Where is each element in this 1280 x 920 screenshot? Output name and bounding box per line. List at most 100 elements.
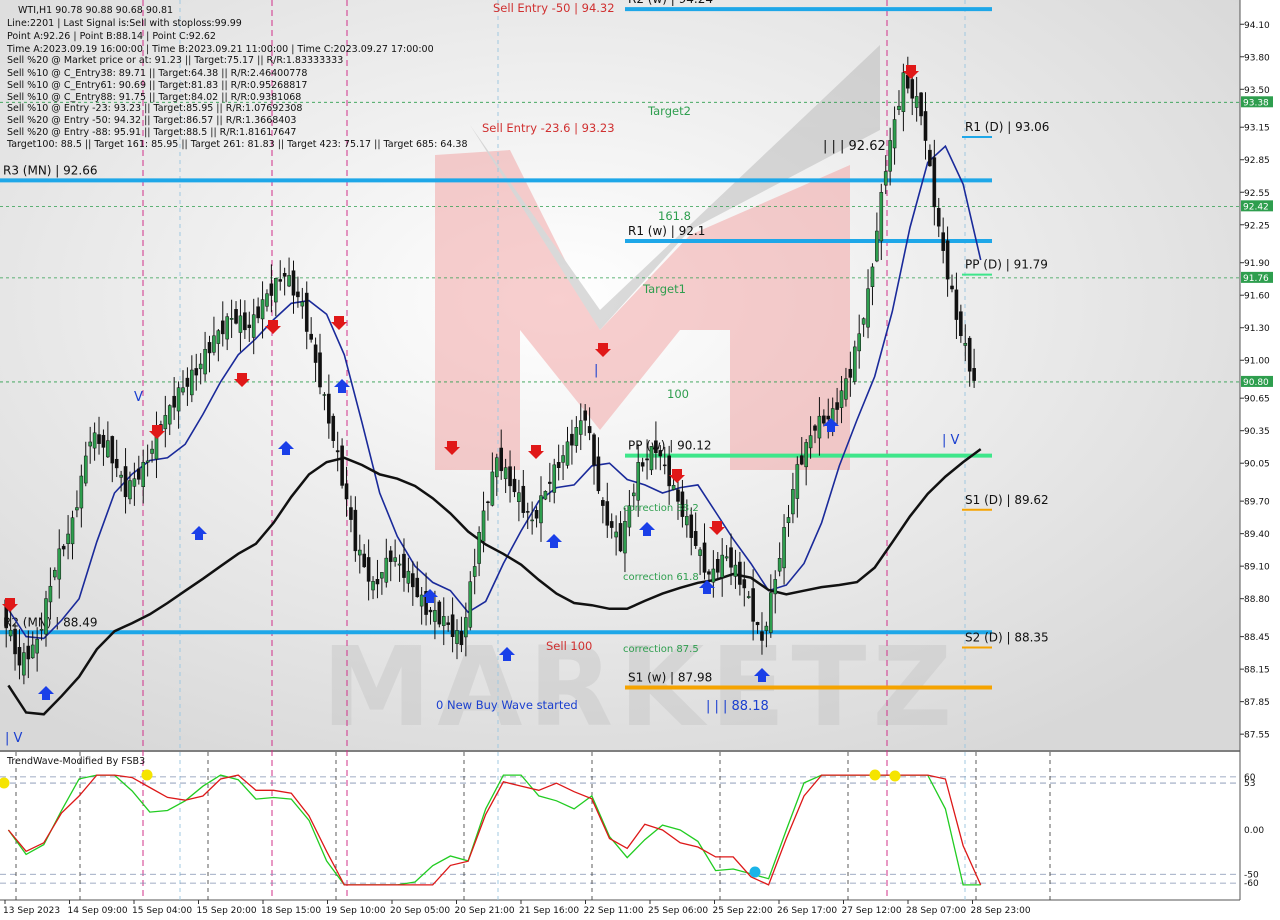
candle-body [335, 450, 340, 453]
candle-body [17, 647, 22, 666]
candle-body [914, 96, 919, 108]
candle-body [194, 368, 199, 376]
price-tick-label: 93.80 [1244, 53, 1270, 63]
candle-body [22, 652, 26, 676]
candle-body [795, 464, 800, 499]
candle-body [123, 466, 128, 498]
candle-body [251, 314, 256, 338]
candle-body [517, 492, 521, 503]
candle-body [813, 425, 817, 431]
candle-body [676, 489, 680, 502]
candle-body [786, 517, 791, 524]
candle-body [459, 630, 464, 646]
time-tick-label: 28 Sep 23:00 [971, 906, 1031, 916]
candle-body [353, 509, 358, 552]
candle-body [190, 369, 194, 396]
oscillator-title: TrendWave-Modified By FSB3 [6, 756, 145, 767]
candle-body [145, 460, 150, 463]
candle-body [879, 192, 884, 242]
candle-body [950, 285, 954, 290]
candle-body [220, 320, 225, 335]
candle-body [693, 531, 698, 546]
candle-body [349, 507, 353, 520]
candle-body [570, 433, 574, 446]
target2-label: Target2 [647, 104, 691, 118]
candle-body [163, 415, 168, 430]
candle-body [804, 442, 808, 468]
candle-body [729, 547, 733, 568]
price-tick-label: 91.60 [1244, 292, 1270, 302]
price-badge-label: 92.42 [1243, 202, 1269, 212]
candle-body [808, 435, 813, 449]
price-tick-label: 91.30 [1244, 324, 1270, 334]
candle-body [548, 481, 552, 484]
candle-body [870, 266, 875, 287]
candle-body [742, 579, 747, 589]
candle-body [468, 581, 473, 628]
candle-body [698, 549, 702, 556]
candle-body [216, 330, 221, 344]
candle-body [897, 105, 901, 110]
candle-body [309, 333, 313, 340]
candle-body [724, 556, 729, 559]
candle-body [587, 426, 592, 434]
time-tick-label: 26 Sep 17:00 [777, 906, 837, 916]
candle-body [738, 561, 742, 585]
candle-body [256, 306, 260, 319]
info-line: Sell %10 @ C_Entry88: 91.75 || Target:84… [7, 92, 301, 103]
candle-body [388, 550, 393, 562]
candle-body [746, 596, 751, 598]
pivot-level-label: PP (D) | 91.79 [965, 258, 1048, 272]
candle-body [13, 628, 17, 655]
candle-body [92, 432, 97, 449]
candle-body [636, 462, 641, 501]
info-line: Sell %20 @ Entry -88: 95.91 || Target:88… [7, 127, 296, 138]
price-tick-label: 88.45 [1244, 633, 1270, 643]
candle-body [799, 455, 804, 465]
candle-body [97, 434, 101, 444]
candle-body [936, 208, 941, 227]
candle-body [207, 342, 212, 354]
candle-body [362, 553, 366, 568]
sell-entry-236-label: Sell Entry -23.6 | 93.23 [482, 121, 615, 135]
candle-body [764, 625, 769, 631]
candle-body [313, 344, 318, 363]
trading-chart[interactable]: MARKETZ R2 (w) | 94.24R3 (MN) | 92.66R1 … [0, 0, 1280, 920]
candle-body [852, 346, 857, 382]
candle-body [954, 289, 959, 320]
wave-iv-label: | V [942, 433, 960, 448]
oscillator-tick-label: 0.00 [1244, 826, 1264, 836]
candle-body [751, 588, 755, 622]
candle-body [640, 462, 645, 467]
correction-382-label: correction 38.2 [623, 503, 699, 514]
candle-body [66, 533, 70, 544]
candle-body [110, 436, 115, 464]
candle-body [632, 492, 636, 497]
candle-body [605, 501, 610, 526]
info-line: Line:2201 | Last Signal is:Sell with sto… [7, 18, 242, 29]
candle-body [791, 489, 795, 515]
candle-body [44, 598, 48, 635]
info-line: Sell %10 @ C_Entry38: 89.71 || Target:64… [7, 68, 307, 79]
oscillator-plot-area[interactable] [0, 752, 1240, 900]
candle-body [269, 283, 274, 296]
candle-body [857, 333, 861, 352]
candle-body [503, 467, 508, 480]
candle-body [835, 402, 839, 410]
candle-body [601, 500, 605, 506]
candle-body [411, 573, 415, 588]
time-tick-label: 28 Sep 07:00 [906, 906, 966, 916]
candle-body [844, 378, 848, 400]
candle-body [530, 519, 534, 522]
target1-label: Target1 [642, 282, 686, 296]
time-tick-label: 14 Sep 09:00 [68, 906, 128, 916]
candle-body [685, 516, 689, 526]
price-tick-label: 87.55 [1244, 731, 1270, 741]
info-line: Sell %20 @ Market price or at: 91.23 || … [7, 55, 343, 66]
correction-875-label: correction 87.5 [623, 644, 699, 655]
candle-body [322, 394, 327, 396]
sell-100-label: Sell 100 [546, 639, 592, 653]
pivot-level-label: R2 (w) | 94.24 [628, 0, 713, 6]
candle-body [596, 456, 601, 492]
candle-body [906, 74, 910, 89]
